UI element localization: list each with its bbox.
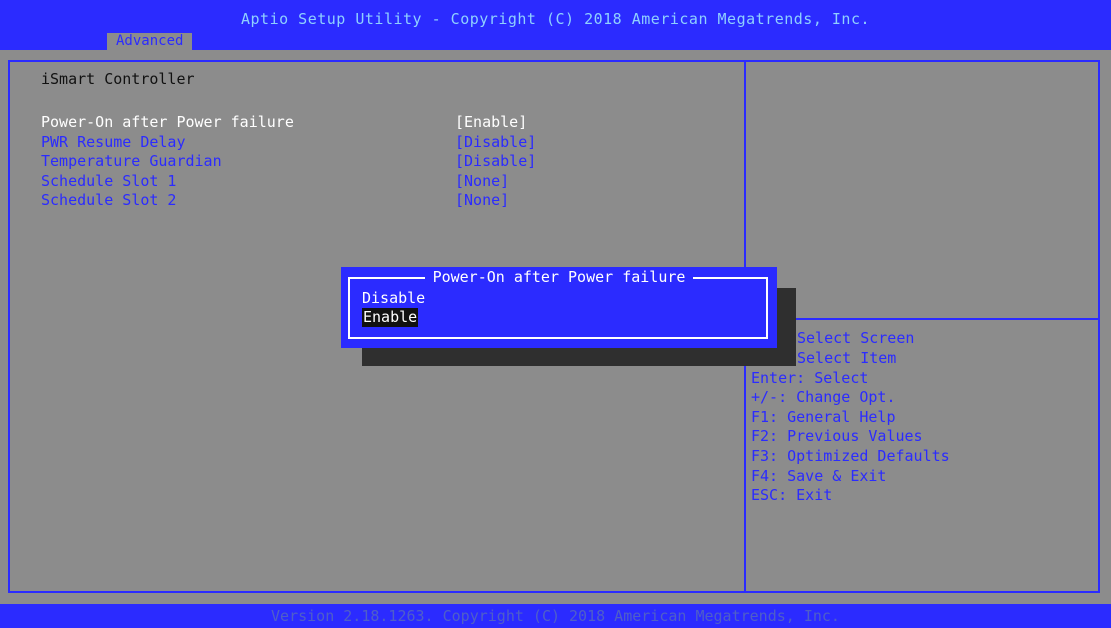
help-f3: F3: Optimized Defaults: [751, 447, 950, 465]
setting-label: Schedule Slot 1: [41, 172, 177, 190]
help-divider: [746, 318, 1100, 320]
title-bar: Aptio Setup Utility - Copyright (C) 2018…: [0, 0, 1111, 50]
help-f2: F2: Previous Values: [751, 427, 923, 445]
help-f4: F4: Save & Exit: [751, 467, 887, 485]
help-esc: ESC: Exit: [751, 486, 833, 504]
option-disable[interactable]: Disable: [362, 289, 425, 308]
setting-value: [Disable]: [455, 152, 537, 170]
setting-label: PWR Resume Delay: [41, 133, 186, 151]
app-title: Aptio Setup Utility - Copyright (C) 2018…: [240, 10, 871, 28]
setting-label: Power-On after Power failure: [41, 113, 294, 131]
setting-value: [None]: [455, 172, 510, 190]
setting-value: [Disable]: [455, 133, 537, 151]
footer-version: Version 2.18.1263. Copyright (C) 2018 Am…: [0, 604, 1111, 628]
help-select-screen: Select Screen: [797, 329, 915, 347]
setting-label: Schedule Slot 2: [41, 191, 177, 209]
option-enable[interactable]: Enable: [362, 308, 419, 327]
tab-advanced[interactable]: Advanced: [107, 33, 193, 50]
help-enter: Enter: Select: [751, 369, 869, 387]
section-title: iSmart Controller: [41, 70, 195, 88]
help-f1: F1: General Help: [751, 408, 896, 426]
setting-label: Temperature Guardian: [41, 152, 222, 170]
setting-value: [Enable]: [455, 113, 528, 131]
popup-title: Power-On after Power failure: [341, 268, 777, 286]
popup-title-text: Power-On after Power failure: [424, 268, 694, 286]
setting-value: [None]: [455, 191, 510, 209]
option-popup: Power-On after Power failure Disable Ena…: [341, 267, 777, 348]
help-change-opt: +/-: Change Opt.: [751, 388, 896, 406]
help-select-item: Select Item: [797, 349, 897, 367]
